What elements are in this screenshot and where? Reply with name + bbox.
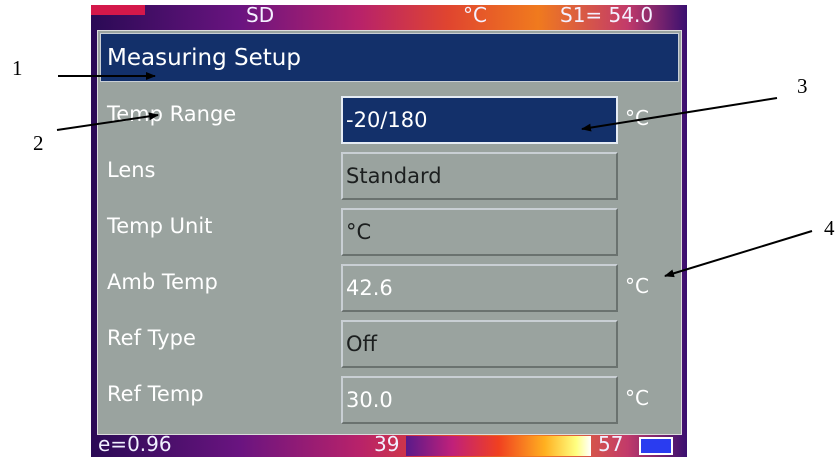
callout-2-arrow	[56, 112, 159, 131]
callout-4-arrow	[664, 230, 813, 278]
callout-arrows	[56, 72, 813, 278]
callout-3-arrow	[581, 97, 778, 132]
